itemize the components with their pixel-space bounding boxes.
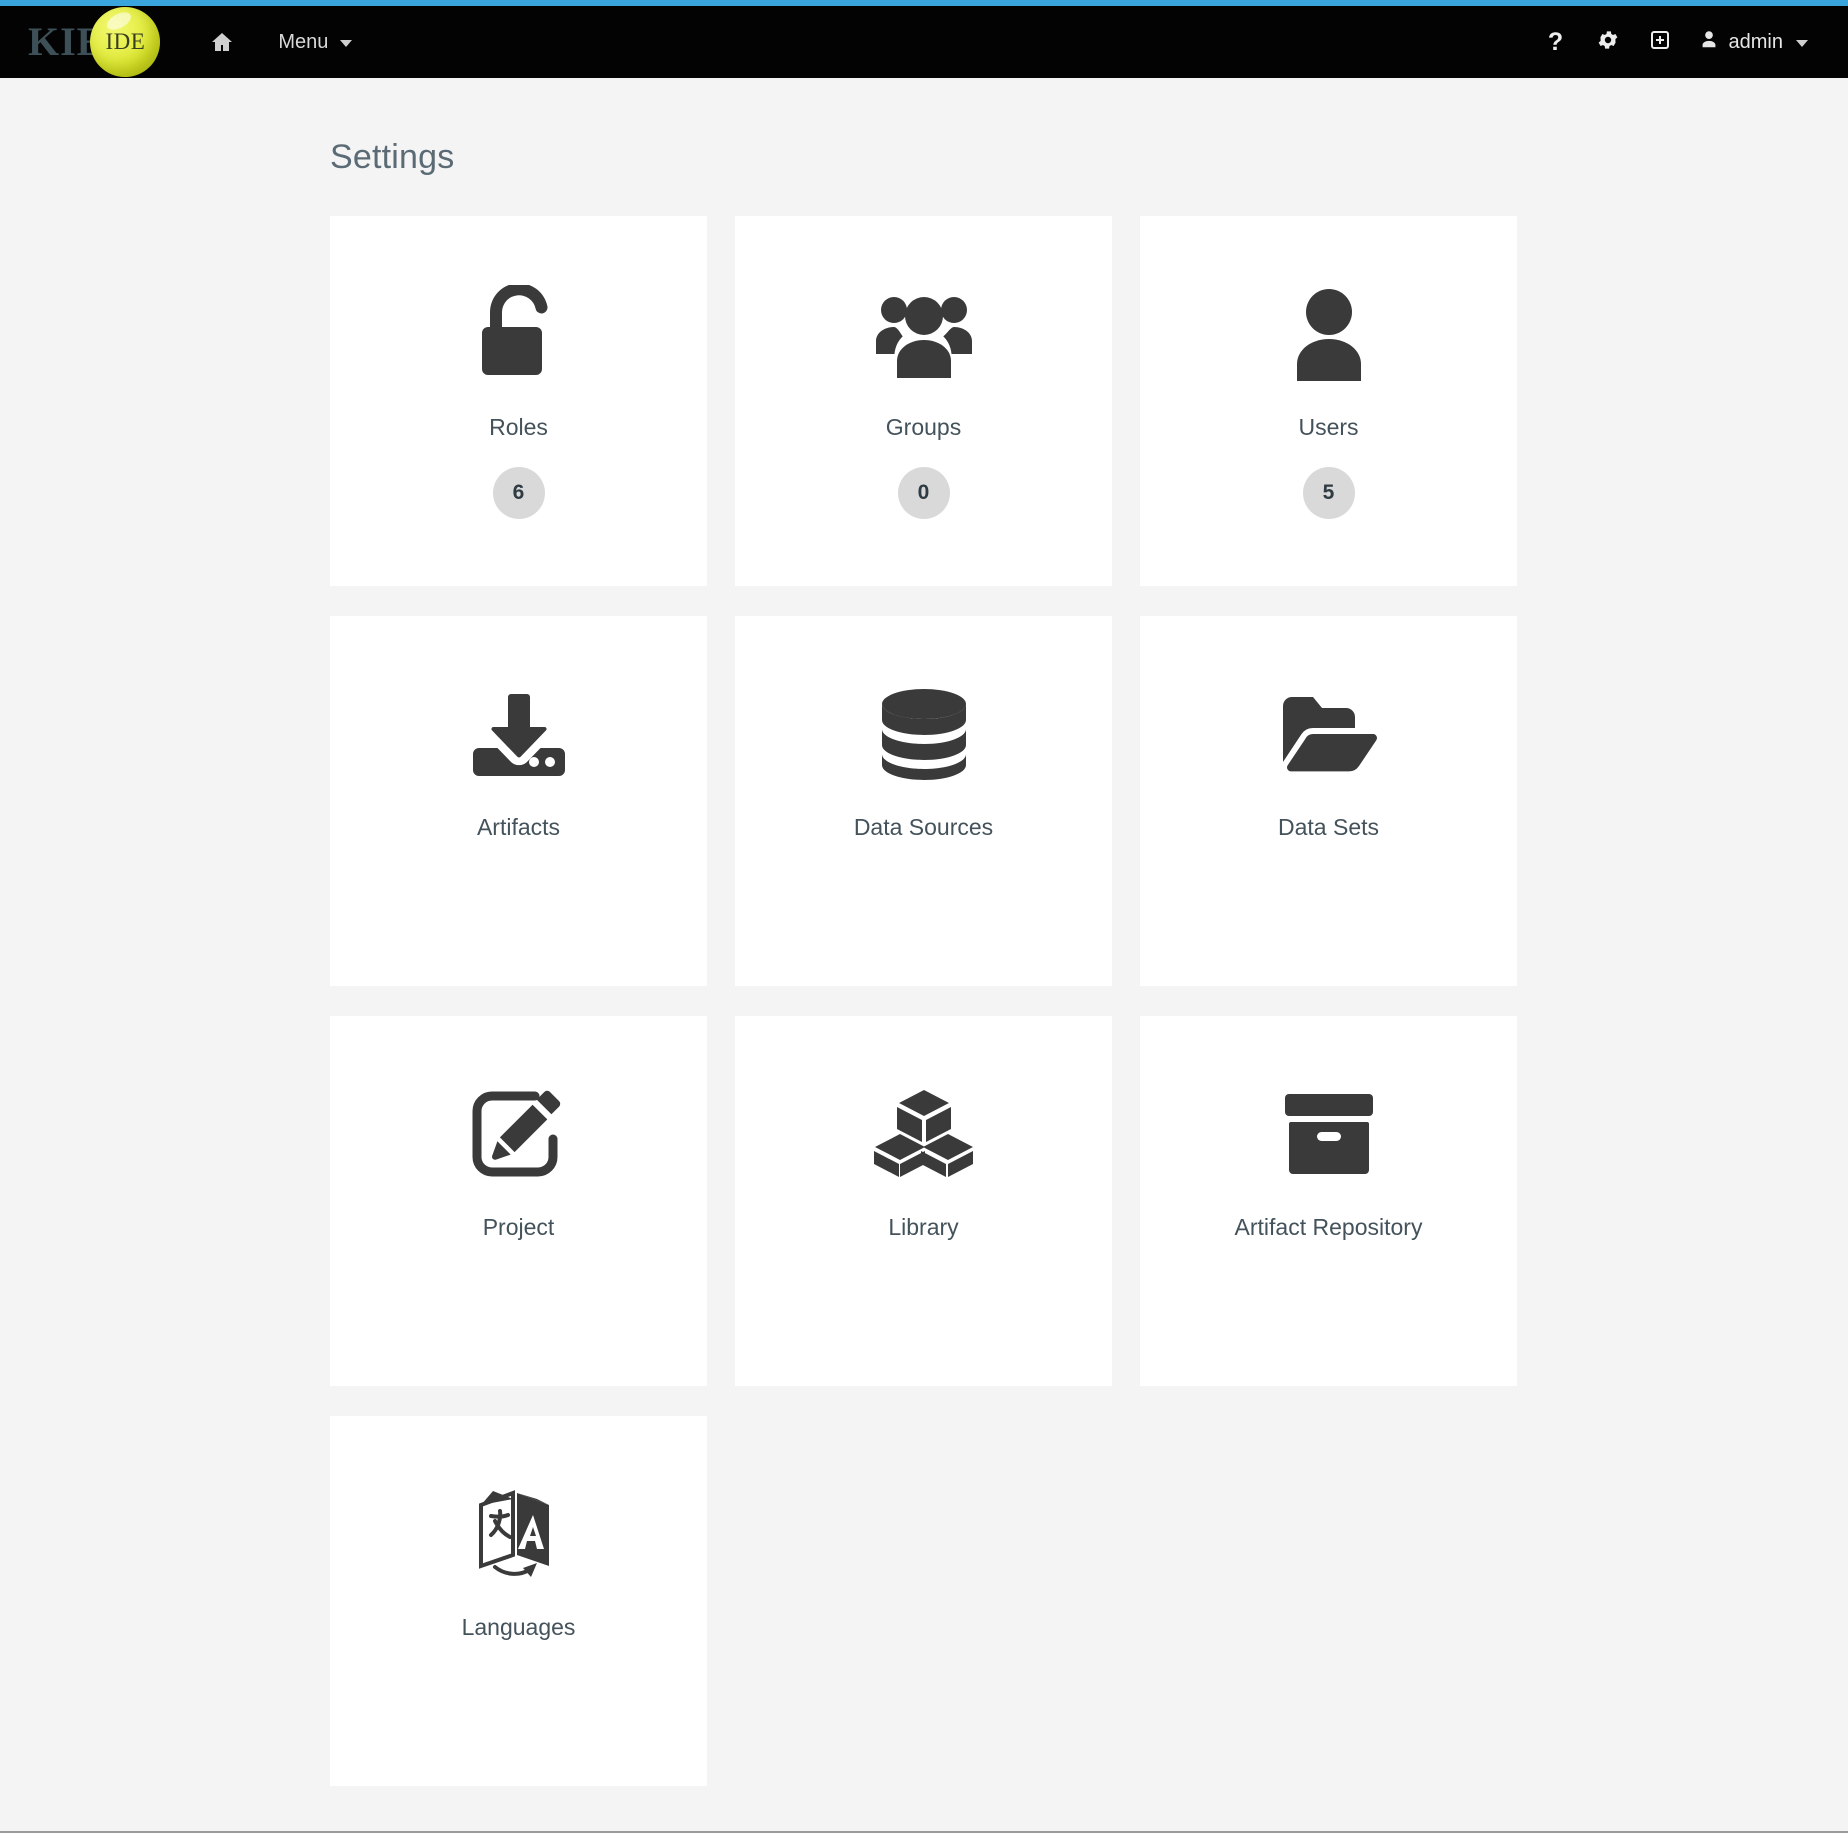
user-menu-label: admin	[1729, 31, 1783, 54]
cubes-icon	[874, 1078, 974, 1190]
settings-tile-library[interactable]: Library	[735, 1016, 1112, 1386]
settings-tile-data-sources[interactable]: Data Sources	[735, 616, 1112, 986]
settings-tile-count-badge: 5	[1303, 467, 1355, 519]
archive-box-icon	[1281, 1078, 1377, 1190]
pencil-square-icon	[472, 1078, 566, 1190]
masthead-actions: ? admin	[1530, 6, 1826, 78]
settings-tile-label: Artifacts	[477, 814, 560, 841]
settings-tile-languages[interactable]: Languages	[330, 1416, 707, 1786]
first-aid-kit-icon	[1648, 28, 1672, 57]
unlock-icon	[476, 278, 562, 390]
chevron-down-icon	[1796, 40, 1808, 47]
open-folder-icon	[1279, 678, 1379, 790]
settings-tile-label: Project	[483, 1214, 555, 1241]
settings-tile-artifacts[interactable]: Artifacts	[330, 616, 707, 986]
settings-tile-roles[interactable]: Roles 6	[330, 216, 707, 586]
application-window: KIE IDE Menu ?	[0, 0, 1848, 1833]
user-icon	[1698, 28, 1720, 56]
settings-tile-data-sets[interactable]: Data Sets	[1140, 616, 1517, 986]
translate-icon	[471, 1478, 567, 1590]
home-nav-button[interactable]	[188, 6, 256, 78]
question-mark-icon: ?	[1548, 30, 1563, 55]
gear-icon	[1596, 28, 1620, 57]
settings-tile-label: Languages	[462, 1614, 576, 1641]
help-button[interactable]: ?	[1530, 6, 1582, 78]
settings-tile-label: Data Sets	[1278, 814, 1379, 841]
settings-tile-grid: Roles 6 Groups 0 Users 5 Artifacts Data Sources…	[330, 216, 1522, 1786]
menu-nav-label: Menu	[278, 31, 328, 54]
brand-logo[interactable]: KIE IDE	[0, 6, 160, 78]
settings-tile-artifact-repository[interactable]: Artifact Repository	[1140, 1016, 1517, 1386]
chevron-down-icon	[340, 40, 352, 47]
settings-tile-label: Users	[1298, 414, 1358, 441]
brand-ide-ball: IDE	[90, 7, 160, 77]
menu-nav-dropdown[interactable]: Menu	[256, 6, 374, 78]
settings-tile-project[interactable]: Project	[330, 1016, 707, 1386]
primary-nav: Menu	[188, 6, 374, 78]
page-title: Settings	[330, 138, 1848, 177]
settings-tile-label: Groups	[886, 414, 961, 441]
download-box-icon	[471, 678, 567, 790]
settings-tile-count-badge: 6	[493, 467, 545, 519]
kit-button[interactable]	[1634, 6, 1686, 78]
settings-tile-label: Library	[888, 1214, 958, 1241]
home-icon	[210, 30, 234, 54]
user-icon	[1293, 278, 1365, 390]
settings-tile-count-badge: 0	[898, 467, 950, 519]
settings-button[interactable]	[1582, 6, 1634, 78]
settings-tile-label: Artifact Repository	[1235, 1214, 1423, 1241]
database-icon	[878, 678, 970, 790]
brand-ide-text: IDE	[105, 29, 145, 55]
settings-page: Settings Roles 6 Groups 0 Users 5 Artifacts Dat…	[0, 78, 1848, 1833]
users-group-icon	[872, 278, 976, 390]
settings-tile-label: Data Sources	[854, 814, 993, 841]
user-menu[interactable]: admin	[1686, 6, 1826, 78]
settings-tile-label: Roles	[489, 414, 548, 441]
masthead: KIE IDE Menu ?	[0, 6, 1848, 78]
settings-tile-groups[interactable]: Groups 0	[735, 216, 1112, 586]
settings-tile-users[interactable]: Users 5	[1140, 216, 1517, 586]
